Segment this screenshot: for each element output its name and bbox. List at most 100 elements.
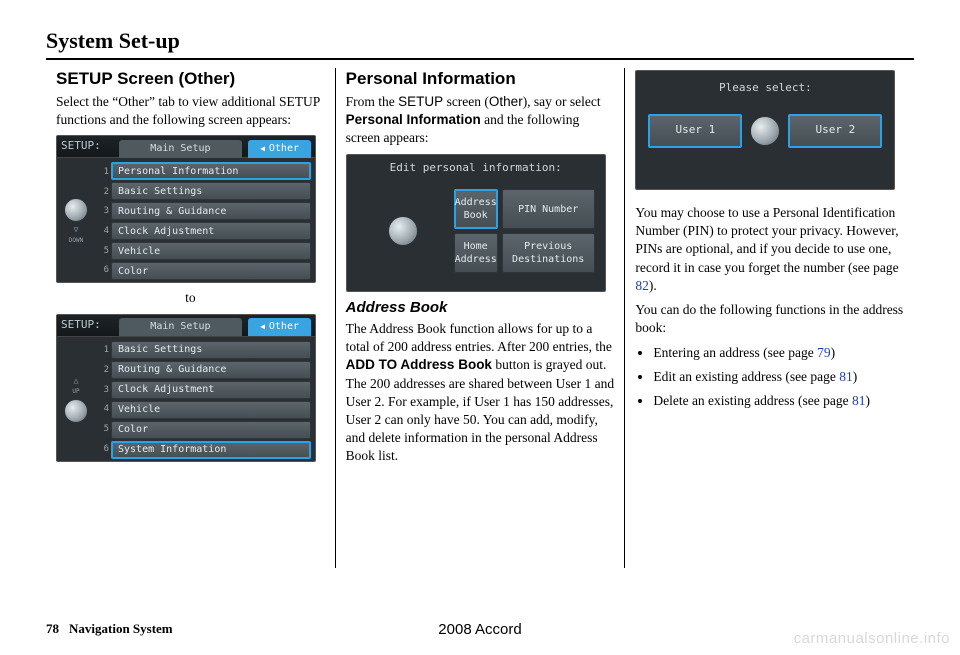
- num: 4: [95, 403, 109, 415]
- knob-icon[interactable]: [64, 399, 88, 423]
- tab-other[interactable]: Other: [248, 140, 311, 158]
- btn-address-book[interactable]: Address Book: [454, 189, 498, 229]
- num: 2: [95, 364, 109, 376]
- menu-item-basic-settings[interactable]: Basic Settings: [111, 341, 311, 359]
- menu-item-personal-information[interactable]: Personal Information: [111, 162, 311, 180]
- heading-personal-information: Personal Information: [346, 68, 615, 91]
- columns: SETUP Screen (Other) Select the “Other” …: [46, 68, 914, 568]
- link-page-81[interactable]: 81: [839, 369, 853, 384]
- num: 6: [95, 443, 109, 455]
- knob-icon[interactable]: [750, 116, 780, 146]
- t: screen (: [443, 94, 489, 109]
- setup-text: SETUP: [398, 94, 443, 109]
- pi-grid: Address Book PIN Number Home Address Pre…: [347, 185, 605, 287]
- list-item: Edit an existing address (see page 81): [653, 368, 904, 386]
- column-2: Personal Information From the SETUP scre…: [335, 68, 625, 568]
- btn-pin-number[interactable]: PIN Number: [502, 189, 595, 229]
- t: ): [866, 393, 871, 408]
- menu-item-routing-guidance[interactable]: Routing & Guidance: [111, 361, 311, 379]
- num: 1: [95, 166, 109, 178]
- num: 5: [95, 423, 109, 435]
- para-pin: You may choose to use a Personal Identif…: [635, 204, 904, 295]
- screenshot-please-select: Please select: User 1 User 2: [635, 70, 895, 190]
- menu-item-clock-adjustment[interactable]: Clock Adjustment: [111, 222, 311, 240]
- intro-personal-information: From the SETUP screen (Other), say or se…: [346, 93, 615, 148]
- heading-address-book: Address Book: [346, 298, 615, 318]
- t: button is grayed out. The 200 addresses …: [346, 357, 614, 463]
- btn-user-2[interactable]: User 2: [788, 114, 882, 148]
- screenshot-setup-top: SETUP: Main Setup Other ▽ DOWN 1 2 3 4: [56, 135, 316, 283]
- t: ): [853, 369, 858, 384]
- heading-setup-other: SETUP Screen (Other): [56, 68, 325, 91]
- t: You may choose to use a Personal Identif…: [635, 205, 898, 275]
- screenshot-edit-personal-info: Edit personal information: Address Book …: [346, 154, 606, 292]
- menu-item-system-information[interactable]: System Information: [111, 441, 311, 459]
- menu-item-routing-guidance[interactable]: Routing & Guidance: [111, 202, 311, 220]
- num: 4: [95, 225, 109, 237]
- column-3: Please select: User 1 User 2 You may cho…: [624, 68, 914, 568]
- menu-item-color[interactable]: Color: [111, 421, 311, 439]
- up-arrow-icon[interactable]: △: [74, 377, 79, 385]
- t: The Address Book function allows for up …: [346, 321, 612, 354]
- page-number: 78: [46, 621, 59, 637]
- num: 5: [95, 245, 109, 257]
- t: Entering an address (see page: [653, 345, 817, 360]
- menu-rows: Basic Settings Routing & Guidance Clock …: [109, 337, 315, 463]
- setup-topbar: SETUP: Main Setup Other: [57, 136, 315, 158]
- num: 3: [95, 205, 109, 217]
- to-label: to: [56, 289, 325, 307]
- section-name: Navigation System: [69, 621, 173, 637]
- list-item: Delete an existing address (see page 81): [653, 392, 904, 410]
- para-functions-intro: You can do the following functions in th…: [635, 301, 904, 337]
- setup-topbar: SETUP: Main Setup Other: [57, 315, 315, 337]
- user-row: User 1 User 2: [636, 104, 894, 166]
- t: ), say or select: [523, 94, 601, 109]
- t: Delete an existing address (see page: [653, 393, 852, 408]
- row-numbers: 1 2 3 4 5 6: [95, 337, 109, 463]
- up-label: UP: [72, 389, 79, 395]
- para-address-book: The Address Book function allows for up …: [346, 320, 615, 466]
- setup-body: △ UP 1 2 3 4 5 6 Basic Settings Rou: [57, 337, 315, 463]
- link-page-81b[interactable]: 81: [852, 393, 866, 408]
- please-select-title: Please select:: [636, 71, 894, 104]
- btn-user-1[interactable]: User 1: [648, 114, 742, 148]
- edit-pi-title: Edit personal information:: [347, 155, 605, 186]
- setup-body: ▽ DOWN 1 2 3 4 5 6 Personal Information …: [57, 158, 315, 284]
- t: Edit an existing address (see page: [653, 369, 839, 384]
- menu-item-vehicle[interactable]: Vehicle: [111, 242, 311, 260]
- other-text: Other: [489, 94, 523, 109]
- add-to-address-book-bold: ADD TO Address Book: [346, 357, 492, 372]
- tab-main-setup[interactable]: Main Setup: [119, 140, 242, 158]
- tab-main-setup[interactable]: Main Setup: [119, 318, 242, 336]
- functions-list: Entering an address (see page 79) Edit a…: [635, 344, 904, 411]
- page-title: System Set-up: [46, 28, 914, 54]
- footer: 78 Navigation System 2008 Accord: [46, 621, 914, 637]
- tab-other[interactable]: Other: [248, 318, 311, 336]
- knob-icon[interactable]: [388, 216, 418, 246]
- watermark: carmanualsonline.info: [794, 630, 950, 647]
- setup-label: SETUP:: [57, 318, 107, 333]
- link-page-79[interactable]: 79: [817, 345, 831, 360]
- setup-label: SETUP:: [57, 139, 107, 154]
- link-page-82[interactable]: 82: [635, 278, 649, 293]
- screenshot-setup-bottom: SETUP: Main Setup Other △ UP 1 2 3 4: [56, 314, 316, 462]
- btn-previous-destinations[interactable]: Previous Destinations: [502, 233, 595, 273]
- column-1: SETUP Screen (Other) Select the “Other” …: [46, 68, 335, 568]
- btn-home-address[interactable]: Home Address: [454, 233, 498, 273]
- menu-item-vehicle[interactable]: Vehicle: [111, 401, 311, 419]
- menu-item-clock-adjustment[interactable]: Clock Adjustment: [111, 381, 311, 399]
- dial: ▽ DOWN: [57, 158, 95, 284]
- menu-item-color[interactable]: Color: [111, 262, 311, 280]
- down-arrow-icon[interactable]: ▽: [74, 226, 79, 234]
- knob-icon[interactable]: [64, 198, 88, 222]
- menu-rows: Personal Information Basic Settings Rout…: [109, 158, 315, 284]
- menu-item-basic-settings[interactable]: Basic Settings: [111, 182, 311, 200]
- num: 6: [95, 264, 109, 276]
- pi-bold: Personal Information: [346, 112, 481, 127]
- num: 1: [95, 344, 109, 356]
- manual-page: System Set-up SETUP Screen (Other) Selec…: [0, 0, 960, 655]
- row-numbers: 1 2 3 4 5 6: [95, 158, 109, 284]
- num: 2: [95, 186, 109, 198]
- dial: △ UP: [57, 337, 95, 463]
- t: ): [831, 345, 836, 360]
